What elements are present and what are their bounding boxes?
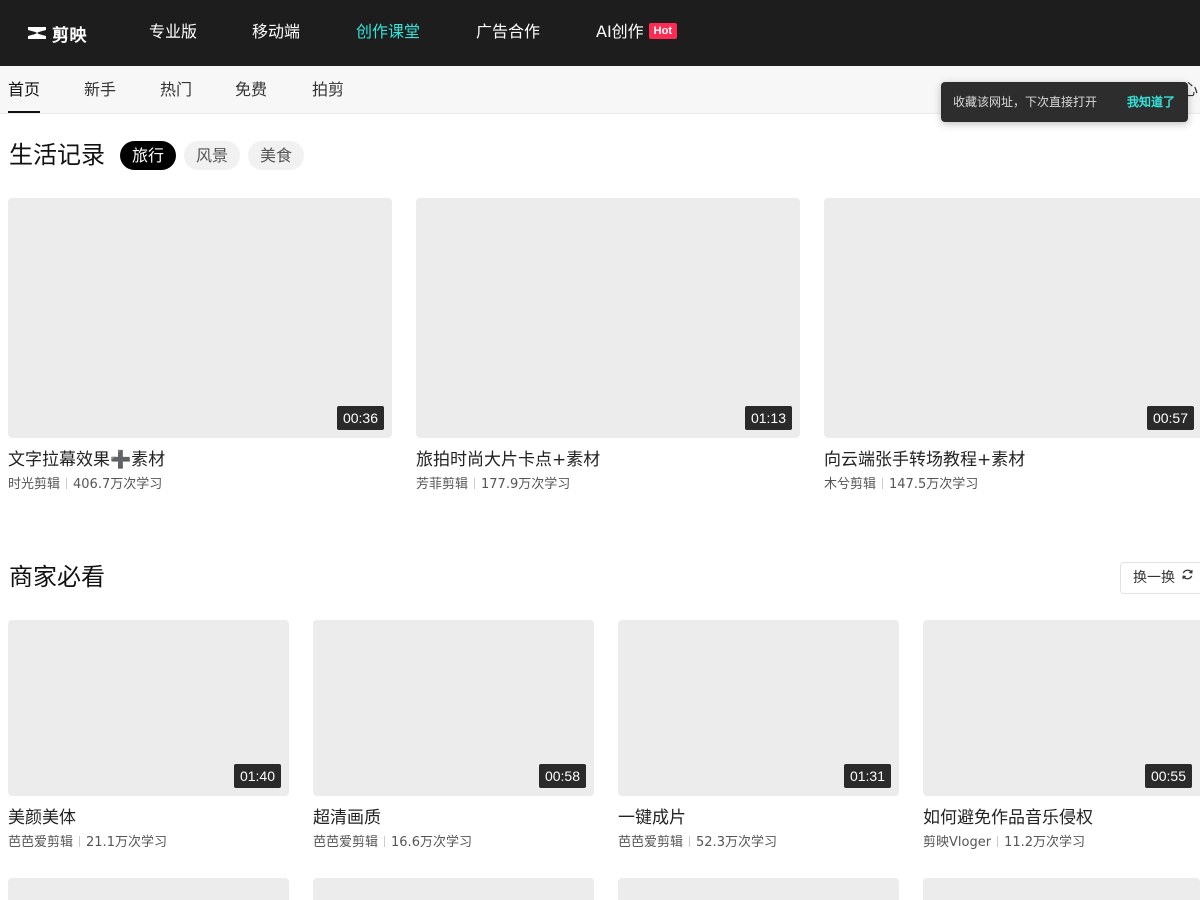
video-views: 52.3万次学习 <box>696 835 777 850</box>
video-card[interactable]: 00:55 如何避免作品音乐侵权 剪映Vloger 11.2万次学习 <box>923 620 1200 860</box>
duration-badge: 01:31 <box>843 764 891 788</box>
refresh-icon <box>1181 562 1194 592</box>
video-author[interactable]: 芭芭爱剪辑 <box>313 835 378 850</box>
meta-divider <box>997 836 999 847</box>
jianying-logo-icon <box>27 25 47 41</box>
subnav-home[interactable]: 首页 <box>8 79 40 101</box>
subnav-free[interactable]: 免费 <box>235 79 267 101</box>
refresh-button[interactable]: 换一换 <box>1120 562 1200 594</box>
subnav-shoot-edit[interactable]: 拍剪 <box>312 79 344 101</box>
video-title[interactable]: 美颜美体 <box>8 807 76 829</box>
section-title-merchant: 商家必看 <box>9 563 105 591</box>
video-author[interactable]: 芭芭爱剪辑 <box>8 835 73 850</box>
meta-divider <box>66 478 68 489</box>
brand-name: 剪映 <box>52 25 87 46</box>
duration-badge: 00:36 <box>336 406 384 430</box>
duration-badge: 01:13 <box>744 406 792 430</box>
video-views: 406.7万次学习 <box>73 477 163 492</box>
video-meta: 芭芭爱剪辑 52.3万次学习 <box>618 834 777 852</box>
duration-badge: 00:55 <box>1144 764 1192 788</box>
nav-ai-create[interactable]: AI创作 Hot <box>596 20 677 44</box>
video-views: 177.9万次学习 <box>481 477 571 492</box>
video-thumbnail[interactable]: 00:57 <box>824 198 1200 438</box>
nav-ai-create-label: AI创作 <box>596 22 644 41</box>
video-card[interactable]: 01:13 旅拍时尚大片卡点+素材 芳菲剪辑 177.9万次学习 <box>416 198 800 498</box>
refresh-label: 换一换 <box>1133 570 1175 586</box>
video-author[interactable]: 芭芭爱剪辑 <box>618 835 683 850</box>
toast-dismiss-button[interactable]: 我知道了 <box>1127 94 1175 110</box>
video-meta: 时光剪辑 406.7万次学习 <box>8 476 162 494</box>
duration-badge: 00:57 <box>1146 406 1194 430</box>
video-card[interactable]: 00:58 超清画质 芭芭爱剪辑 16.6万次学习 <box>313 620 594 860</box>
duration-badge: 01:40 <box>233 764 281 788</box>
video-meta: 芭芭爱剪辑 21.1万次学习 <box>8 834 167 852</box>
video-thumbnail[interactable]: 00:36 <box>8 198 392 438</box>
meta-divider <box>882 478 884 489</box>
bookmark-toast: 收藏该网址，下次直接打开 我知道了 <box>941 82 1188 122</box>
video-views: 16.6万次学习 <box>391 835 472 850</box>
video-author[interactable]: 木兮剪辑 <box>824 477 876 492</box>
video-views: 147.5万次学习 <box>889 477 979 492</box>
video-title[interactable]: 超清画质 <box>313 807 381 829</box>
video-title[interactable]: 旅拍时尚大片卡点+素材 <box>416 449 600 471</box>
nav-pro-version[interactable]: 专业版 <box>149 20 197 44</box>
video-title[interactable]: 文字拉幕效果➕素材 <box>8 449 165 471</box>
video-thumbnail-partial[interactable] <box>618 878 899 900</box>
video-meta: 木兮剪辑 147.5万次学习 <box>824 476 978 494</box>
brand-logo[interactable]: 剪映 <box>27 22 87 46</box>
section-title-life: 生活记录 <box>9 141 105 169</box>
video-thumbnail[interactable]: 01:40 <box>8 620 289 796</box>
video-meta: 芭芭爱剪辑 16.6万次学习 <box>313 834 472 852</box>
chip-food[interactable]: 美食 <box>248 141 305 170</box>
video-meta: 芳菲剪辑 177.9万次学习 <box>416 476 570 494</box>
video-thumbnail[interactable]: 00:58 <box>313 620 594 796</box>
meta-divider <box>384 836 386 847</box>
video-card[interactable]: 00:36 文字拉幕效果➕素材 时光剪辑 406.7万次学习 <box>8 198 392 498</box>
hot-badge: Hot <box>648 22 677 39</box>
nav-creator-class[interactable]: 创作课堂 <box>356 20 420 44</box>
meta-divider <box>474 478 476 489</box>
video-thumbnail[interactable]: 01:31 <box>618 620 899 796</box>
video-views: 11.2万次学习 <box>1004 835 1086 850</box>
video-card[interactable]: 00:57 向云端张手转场教程+素材 木兮剪辑 147.5万次学习 <box>824 198 1200 498</box>
subnav-beginner[interactable]: 新手 <box>84 79 116 101</box>
video-title[interactable]: 向云端张手转场教程+素材 <box>824 449 1025 471</box>
video-views: 21.1万次学习 <box>86 835 167 850</box>
active-tab-indicator <box>8 111 40 113</box>
video-card[interactable]: 01:40 美颜美体 芭芭爱剪辑 21.1万次学习 <box>8 620 289 860</box>
video-thumbnail-partial[interactable] <box>313 878 594 900</box>
video-card[interactable]: 01:31 一键成片 芭芭爱剪辑 52.3万次学习 <box>618 620 899 860</box>
video-thumbnail[interactable]: 01:13 <box>416 198 800 438</box>
chip-scenery[interactable]: 风景 <box>184 141 241 170</box>
top-navbar: 剪映 专业版 移动端 创作课堂 广告合作 AI创作 Hot <box>0 0 1200 66</box>
meta-divider <box>689 836 691 847</box>
video-title[interactable]: 一键成片 <box>618 807 686 829</box>
toast-message: 收藏该网址，下次直接打开 <box>953 95 1098 109</box>
video-thumbnail[interactable]: 00:55 <box>923 620 1200 796</box>
nav-ad-partner[interactable]: 广告合作 <box>476 20 540 44</box>
chip-travel[interactable]: 旅行 <box>120 141 177 170</box>
subnav-hot[interactable]: 热门 <box>160 79 192 101</box>
video-author[interactable]: 剪映Vloger <box>923 835 991 850</box>
video-thumbnail-partial[interactable] <box>923 878 1200 900</box>
video-author[interactable]: 时光剪辑 <box>8 477 60 492</box>
meta-divider <box>79 836 81 847</box>
nav-mobile[interactable]: 移动端 <box>252 20 300 44</box>
video-title[interactable]: 如何避免作品音乐侵权 <box>923 807 1093 829</box>
duration-badge: 00:58 <box>538 764 586 788</box>
video-author[interactable]: 芳菲剪辑 <box>416 477 468 492</box>
video-meta: 剪映Vloger 11.2万次学习 <box>923 834 1085 852</box>
video-thumbnail-partial[interactable] <box>8 878 289 900</box>
